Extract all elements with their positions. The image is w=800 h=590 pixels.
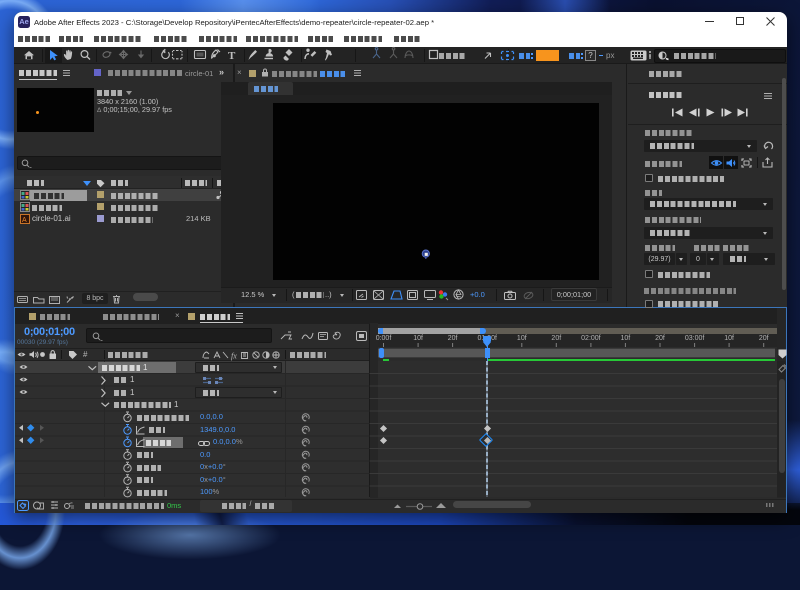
svg-text:A: A	[22, 217, 27, 224]
svg-text:fx: fx	[231, 352, 237, 361]
svg-text:T: T	[228, 50, 236, 62]
